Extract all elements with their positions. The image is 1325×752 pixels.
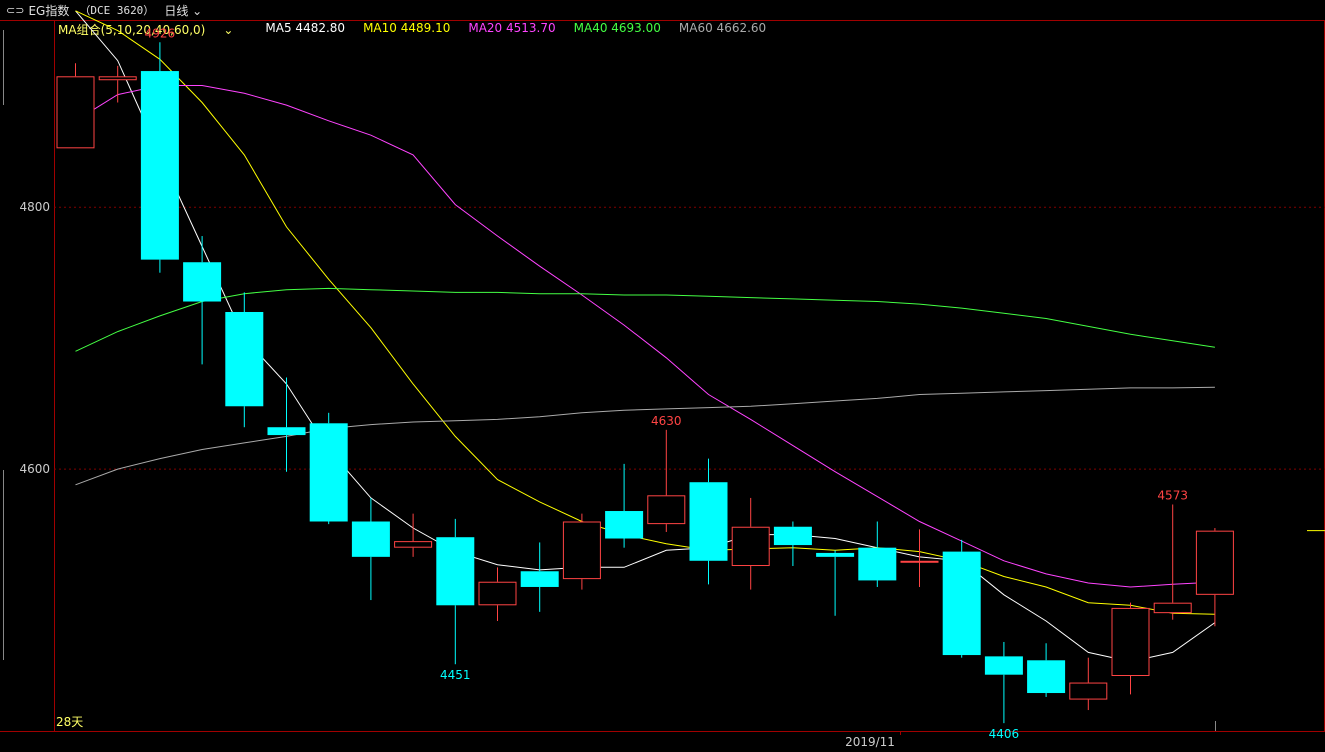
candle-body	[183, 262, 222, 302]
candle-body	[562, 521, 601, 580]
candle-body	[1111, 607, 1150, 677]
candle-body	[56, 76, 95, 149]
y-tick-label: 4600	[19, 462, 50, 476]
candle-body	[1069, 682, 1108, 700]
candle-body	[478, 581, 517, 606]
y-tick-label: 4800	[19, 200, 50, 214]
x-axis-date-label: 2019/11	[845, 735, 895, 749]
candle-body	[647, 495, 686, 525]
candle-body	[520, 571, 559, 587]
candle-body	[436, 537, 475, 606]
candle-body	[900, 560, 939, 563]
candle-body	[309, 423, 348, 522]
candle-body	[731, 526, 770, 567]
candlestick-chart[interactable]: 4600 4800 2019/11 28天 4926 4451 4630 4406 4573	[0, 0, 1325, 752]
candle-body	[351, 521, 390, 557]
candle-body	[689, 482, 728, 561]
candle-body	[984, 656, 1023, 675]
candle-body	[816, 552, 855, 557]
candle-body	[394, 541, 433, 548]
candle-body	[140, 71, 179, 260]
candle-body	[605, 511, 644, 539]
price-annotation: 4573	[1157, 488, 1188, 502]
price-annotation: 4406	[989, 727, 1020, 741]
price-annotation: 4630	[651, 414, 682, 428]
candle-body	[1027, 660, 1066, 694]
candle-body	[98, 76, 137, 81]
candle-body	[858, 547, 897, 581]
candle-body	[225, 311, 264, 407]
candle-body	[1195, 530, 1234, 595]
candle-body	[1153, 602, 1192, 614]
candle-body	[773, 526, 812, 546]
candle-body	[942, 551, 981, 656]
price-annotation: 4451	[440, 668, 471, 682]
visible-days-label: 28天	[56, 715, 83, 729]
price-annotation: 4926	[145, 26, 176, 40]
candle-body	[267, 427, 306, 436]
